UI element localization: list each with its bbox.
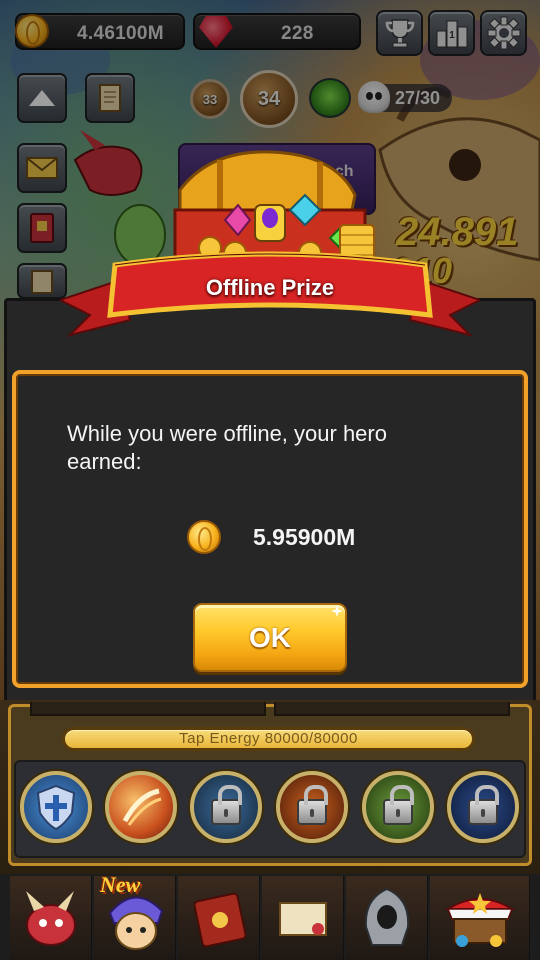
lock-icon bbox=[468, 785, 499, 825]
skill-4-button[interactable] bbox=[276, 771, 348, 843]
red-dragon-icon bbox=[25, 891, 76, 946]
shop-tab[interactable] bbox=[430, 876, 530, 960]
hero-dragon-tab[interactable] bbox=[10, 876, 92, 960]
spellbook-icon bbox=[192, 892, 247, 948]
skill-6-button[interactable] bbox=[447, 771, 519, 843]
banner-title: Offline Prize bbox=[205, 275, 335, 300]
reward-amount: 5.95900M bbox=[253, 524, 356, 550]
tap-energy-label: Tap Energy 80000/80000 bbox=[179, 730, 358, 747]
offline-message: While you were offline, your hero earned… bbox=[67, 421, 387, 474]
spellbook-tab[interactable] bbox=[178, 876, 260, 960]
artifacts-tab[interactable] bbox=[262, 876, 344, 960]
panel-slot-left bbox=[30, 702, 266, 716]
slash-icon bbox=[122, 788, 162, 826]
ok-button[interactable]: OK bbox=[193, 603, 347, 672]
skill-5-button[interactable] bbox=[362, 771, 434, 843]
scroll-icon bbox=[278, 902, 327, 936]
ok-button-label: OK bbox=[249, 621, 291, 653]
skill-3-button[interactable] bbox=[190, 771, 262, 843]
shop-stall-icon bbox=[444, 893, 515, 947]
lock-icon bbox=[297, 785, 328, 825]
new-badge: New bbox=[100, 872, 141, 897]
guardian-tab[interactable] bbox=[346, 876, 428, 960]
panel-slot-right bbox=[274, 702, 510, 716]
shield-cross-icon bbox=[36, 784, 76, 831]
lock-icon bbox=[383, 785, 414, 825]
reward-coin-icon bbox=[187, 520, 221, 554]
hooded-warrior-icon bbox=[364, 887, 409, 946]
lock-icon bbox=[211, 785, 242, 825]
shield-skill-button[interactable] bbox=[20, 771, 92, 843]
slash-skill-button[interactable] bbox=[105, 771, 177, 843]
